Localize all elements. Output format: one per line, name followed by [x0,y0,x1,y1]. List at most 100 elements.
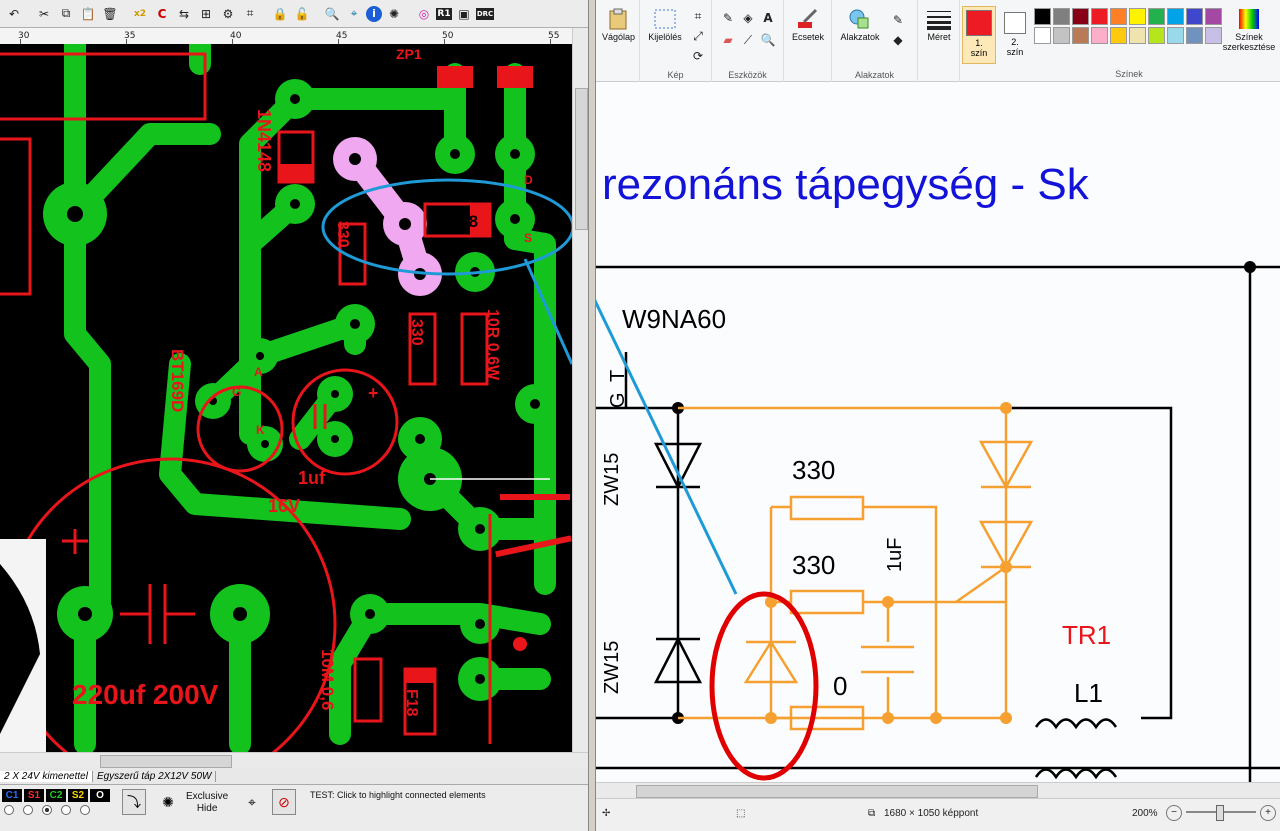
label-330-top: 330 [792,455,835,485]
pencil-icon[interactable]: ✎ [718,8,738,28]
resize-icon[interactable]: ⤢ [688,26,708,46]
palette-swatch[interactable] [1091,8,1108,25]
exclusive-label: Exclusive [186,791,229,802]
palette-swatch[interactable] [1167,27,1184,44]
crosshair-icon[interactable]: ⌖ [240,789,264,815]
zoom-x2-icon[interactable]: x2 [130,4,150,24]
zoom-slider[interactable] [1186,805,1256,821]
layer-c1[interactable]: C1 [2,789,22,802]
palette-swatch[interactable] [1186,8,1203,25]
horizontal-ruler: 30 35 40 45 50 55 [0,28,572,45]
color-palette [1034,8,1222,44]
group-icon[interactable]: ⊞ [196,4,216,24]
color-picker-icon[interactable]: ⟋ [738,30,758,50]
gear-icon[interactable]: ✺ [156,789,180,815]
pointer-tool-icon[interactable]: ⤵ [122,789,146,815]
palette-swatch[interactable] [1148,27,1165,44]
layer-s1[interactable]: S1 [24,789,44,802]
paint-ribbon: Vágólap Kijelölés ⌗ ⤢ ⟳ Kép ✎ ◈ A ▰ ⟋ 🔍 … [596,0,1280,82]
outline-icon[interactable]: ✎ [888,10,908,30]
layer-c2[interactable]: C2 [46,789,66,802]
label-330-mid: 330 [792,550,835,580]
undo-icon[interactable]: ↶ [4,4,24,24]
palette-swatch[interactable] [1034,27,1051,44]
palette-swatch[interactable] [1167,8,1184,25]
rotate-icon[interactable]: C [152,4,172,24]
palette-swatch[interactable] [1110,8,1127,25]
circle-icon[interactable]: ◎ [414,4,434,24]
pcb-drawing[interactable]: 1N4148 330 330 10R 0,6W BT169D 1uf 16V 2… [0,44,572,752]
palette-swatch[interactable] [1072,27,1089,44]
color1-swatch [966,10,992,36]
magnifier-icon[interactable]: 🔍 [758,30,778,50]
paint-canvas[interactable]: rezonáns tápegység - Sk W9NA60 330 330 0… [596,82,1280,798]
search-icon[interactable]: 🔍 [322,4,342,24]
unlock-icon[interactable]: 🔓 [292,4,312,24]
pcb-vertical-scrollbar[interactable] [572,28,588,752]
drc-icon[interactable]: DRC [476,7,494,20]
mirror-icon[interactable]: ⇆ [174,4,194,24]
screen-icon[interactable]: ▣ [454,4,474,24]
select-button[interactable]: Kijelölés [646,8,684,42]
delete-icon[interactable]: 🗑 [100,4,120,24]
layer-s2[interactable]: S2 [68,789,88,802]
text-icon[interactable]: A [758,8,778,28]
r1-icon[interactable]: R1 [436,7,452,20]
no-connect-icon[interactable]: ⊘ [272,789,296,815]
size-label: Méret [927,32,951,42]
palette-swatch[interactable] [1072,8,1089,25]
label-w9na60: W9NA60 [622,304,726,334]
connect-icon[interactable]: ⌗ [240,4,260,24]
eraser-icon[interactable]: ▰ [718,30,738,50]
pcb-canvas[interactable]: 1N4148 330 330 10R 0,6W BT169D 1uf 16V 2… [0,44,572,752]
palette-swatch[interactable] [1129,8,1146,25]
canvas-horizontal-scrollbar[interactable] [596,782,1280,798]
gear-icon[interactable]: ✺ [384,4,404,24]
palette-swatch[interactable] [1034,8,1051,25]
zoom-in-icon[interactable]: + [1260,805,1276,821]
cut-icon[interactable]: ✂ [34,4,54,24]
label-pin-g: G [607,392,629,408]
palette-swatch[interactable] [1148,8,1165,25]
palette-swatch[interactable] [1186,27,1203,44]
radio-c1[interactable] [4,805,14,815]
label-f18: F18 [403,689,420,717]
shapes-button[interactable]: Alakzatok [836,8,884,42]
schematic-drawing[interactable]: rezonáns tápegység - Sk W9NA60 330 330 0… [596,82,1280,798]
brushes-button[interactable]: Ecsetek [790,8,826,42]
clipboard-button[interactable]: Vágólap [602,8,635,42]
tools-group: ✎ ◈ A ▰ ⟋ 🔍 Eszközök [712,0,784,82]
paste-icon[interactable]: 📋 [78,4,98,24]
crop-icon[interactable]: ⌗ [688,6,708,26]
copy-icon[interactable]: ⧉ [56,4,76,24]
exclusive-hide-toggle[interactable]: Exclusive Hide [186,791,228,815]
edit-colors-button[interactable]: Színek szerkesztése [1220,8,1278,52]
palette-swatch[interactable] [1091,27,1108,44]
tab-24v[interactable]: 2 X 24V kimenettel [0,770,93,782]
info-icon[interactable]: i [366,5,382,22]
palette-swatch[interactable] [1110,27,1127,44]
zoom-out-icon[interactable]: − [1166,805,1182,821]
palette-swatch[interactable] [1053,8,1070,25]
label-bt169: BT169D [168,349,187,412]
layer-o[interactable]: O [90,789,110,802]
size-button[interactable]: Méret [922,8,956,42]
crop-icon[interactable]: ⌖ [344,4,364,24]
radio-o[interactable] [80,805,90,815]
lock-icon[interactable]: 🔒 [270,4,290,24]
palette-swatch[interactable] [1053,27,1070,44]
fill-icon[interactable]: ◈ [738,8,758,28]
radio-s1[interactable] [23,805,33,815]
palette-swatch[interactable] [1129,27,1146,44]
radio-s2[interactable] [61,805,71,815]
radio-c2[interactable] [42,805,52,815]
pcb-horizontal-scrollbar[interactable] [0,752,588,768]
color1-selector[interactable]: 1. szín [962,6,996,64]
edit-colors-label-1: Színek [1235,32,1263,42]
rotate-icon[interactable]: ⟳ [688,46,708,66]
fill-shape-icon[interactable]: ◆ [888,30,908,50]
settings-icon[interactable]: ⚙ [218,4,238,24]
color2-selector[interactable]: 2. szín [1000,6,1030,64]
tab-2x12v[interactable]: Egyszerű táp 2X12V 50W [93,770,217,782]
window-divider[interactable] [588,0,596,831]
